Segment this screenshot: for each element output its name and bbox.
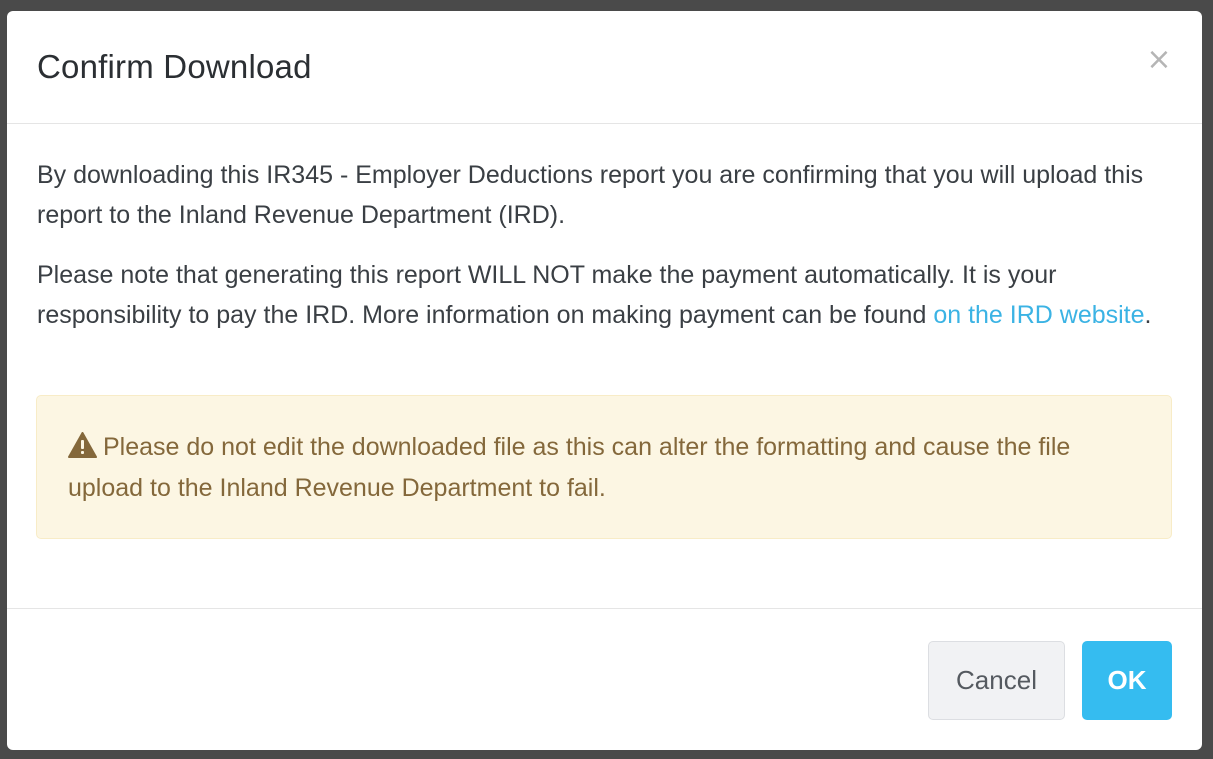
warning-alert: Please do not edit the downloaded file a… bbox=[36, 395, 1172, 539]
payment-note-end: . bbox=[1144, 301, 1152, 329]
ok-button[interactable]: OK bbox=[1082, 641, 1172, 720]
warning-text: Please do not edit the downloaded file a… bbox=[68, 433, 1071, 502]
dialog-header: Confirm Download × bbox=[7, 11, 1202, 124]
payment-note-text: Please note that generating this report … bbox=[37, 261, 1057, 329]
ird-website-link[interactable]: on the IRD website bbox=[933, 301, 1144, 329]
warning-triangle-icon bbox=[68, 432, 97, 458]
warning-message: Please do not edit the downloaded file a… bbox=[68, 427, 1148, 509]
dialog-title: Confirm Download bbox=[37, 48, 312, 85]
close-icon[interactable]: × bbox=[1146, 43, 1172, 77]
dialog-footer: Cancel OK bbox=[7, 608, 1202, 750]
payment-note-paragraph: Please note that generating this report … bbox=[37, 255, 1172, 335]
confirm-download-dialog: Confirm Download × By downloading this I… bbox=[7, 11, 1202, 750]
dialog-body: By downloading this IR345 - Employer Ded… bbox=[37, 155, 1172, 355]
confirmation-paragraph: By downloading this IR345 - Employer Ded… bbox=[37, 161, 1144, 229]
cancel-button[interactable]: Cancel bbox=[928, 641, 1065, 720]
